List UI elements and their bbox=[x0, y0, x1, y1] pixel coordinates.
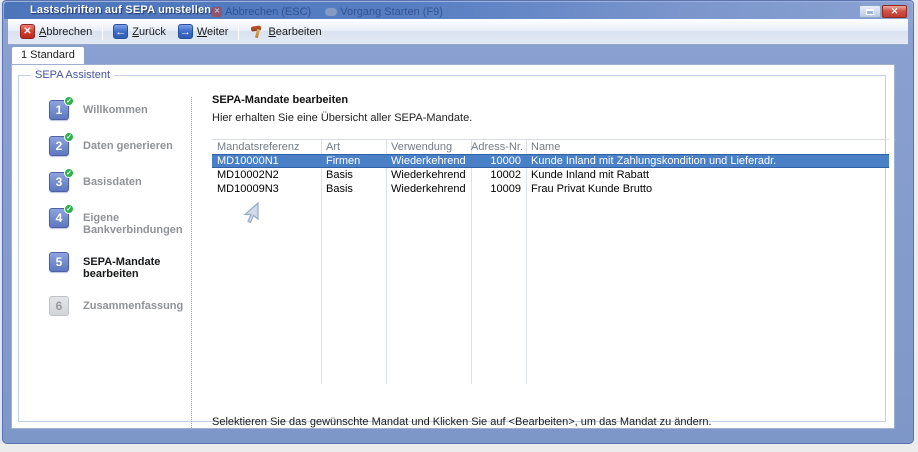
sepa-assistent-groupbox: SEPA Assistent 1✓Willkommen2✓Daten gener… bbox=[18, 75, 886, 422]
page-title: SEPA-Mandate bearbeiten bbox=[212, 94, 348, 106]
check-icon: ✓ bbox=[64, 168, 74, 178]
background-toolbar: ✕ Abbrechen (ESC) Vorgang Starten (F9) bbox=[212, 6, 443, 18]
column-header-mandatsreferenz[interactable]: Mandatsreferenz bbox=[212, 140, 321, 154]
step-label: Eigene Bankverbindungen bbox=[83, 208, 187, 236]
weiter-button[interactable]: → Weiter bbox=[172, 21, 235, 42]
background-cancel-button: ✕ Abbrechen (ESC) bbox=[212, 6, 311, 18]
table-cell: MD10000N1 bbox=[212, 154, 321, 168]
wizard-step-5[interactable]: 5 SEPA-Mandate bearbeiten bbox=[49, 252, 187, 280]
check-icon: ✓ bbox=[64, 96, 74, 106]
toolbar-separator bbox=[102, 24, 103, 40]
step-label: Willkommen bbox=[83, 100, 187, 116]
restore-icon bbox=[866, 9, 874, 15]
page-subtitle: Hier erhalten Sie eine Übersicht aller S… bbox=[212, 112, 472, 124]
step-number-badge: 1✓ bbox=[49, 100, 69, 120]
table-cell: Frau Privat Kunde Brutto bbox=[526, 182, 889, 196]
check-icon: ✓ bbox=[64, 204, 74, 214]
column-header-art[interactable]: Art bbox=[321, 140, 386, 154]
wizard-content: SEPA Assistent 1✓ Willkommen 2✓ Daten gener… bbox=[11, 64, 895, 429]
start-icon bbox=[325, 8, 337, 16]
forward-icon: → bbox=[178, 24, 193, 39]
sidebar-separator bbox=[191, 97, 192, 430]
check-icon: ✓ bbox=[64, 132, 74, 142]
mandate-table: MandatsreferenzArtVerwendungAdress-Nr.Na… bbox=[212, 139, 889, 384]
window-title: Lastschriften auf SEPA umstellen bbox=[30, 4, 211, 16]
column-header-verwendung[interactable]: Verwendung bbox=[386, 140, 471, 154]
tab-strip: 1 Standard bbox=[11, 46, 85, 64]
zurück-button[interactable]: ← Zurück bbox=[107, 21, 172, 42]
background-cancel-label: Abbrechen (ESC) bbox=[225, 6, 311, 18]
toolbar-button-label: Abbrechen bbox=[39, 26, 92, 38]
wizard-steps: 1✓ Willkommen 2✓ Daten generieren 3✓ Basisdat… bbox=[49, 100, 187, 316]
table-cell: MD10002N2 bbox=[212, 168, 321, 182]
column-header-name[interactable]: Name bbox=[526, 140, 889, 154]
back-icon: ← bbox=[113, 24, 128, 39]
step-number-badge: 6 bbox=[49, 296, 69, 316]
step-number-badge: 4✓ bbox=[49, 208, 69, 228]
cancel-icon: ✕ bbox=[20, 24, 35, 39]
background-start-button: Vorgang Starten (F9) bbox=[325, 6, 443, 18]
step-number-badge: 5 bbox=[49, 252, 69, 272]
table-cell: Basis bbox=[321, 168, 386, 182]
hint-text: Selektieren Sie das gewünschte Mandat un… bbox=[212, 416, 712, 428]
main-panel: SEPA-Mandate bearbeiten Hier erhalten Si… bbox=[204, 76, 881, 421]
cancel-icon: ✕ bbox=[212, 7, 222, 17]
restore-button[interactable] bbox=[859, 5, 881, 18]
background-start-label: Vorgang Starten (F9) bbox=[340, 6, 443, 18]
step-label: Daten generieren bbox=[83, 136, 187, 152]
table-row[interactable]: MD10009N3BasisWiederkehrend10009Frau Pri… bbox=[212, 182, 889, 196]
step-label: Basisdaten bbox=[83, 172, 187, 188]
table-cell: 10000 bbox=[471, 154, 526, 168]
toolbar-button-label: Zurück bbox=[132, 26, 166, 38]
wizard-step-3[interactable]: 3✓ Basisdaten bbox=[49, 172, 187, 192]
table-cell: 10009 bbox=[471, 182, 526, 196]
wizard-step-1[interactable]: 1✓ Willkommen bbox=[49, 100, 187, 120]
table-row[interactable]: MD10002N2BasisWiederkehrend10002Kunde In… bbox=[212, 168, 889, 182]
wizard-step-4[interactable]: 4✓ Eigene Bankverbindungen bbox=[49, 208, 187, 236]
toolbar-button-label: Bearbeiten bbox=[268, 26, 321, 38]
table-body: MD10000N1FirmenWiederkehrend10000Kunde I… bbox=[212, 154, 889, 196]
table-row[interactable]: MD10000N1FirmenWiederkehrend10000Kunde I… bbox=[212, 154, 889, 168]
table-cell: Wiederkehrend bbox=[386, 182, 471, 196]
table-header-row: MandatsreferenzArtVerwendungAdress-Nr.Na… bbox=[212, 140, 889, 154]
wizard-step-2[interactable]: 2✓ Daten generieren bbox=[49, 136, 187, 156]
toolbar-separator bbox=[238, 24, 239, 40]
close-icon: ✕ bbox=[891, 6, 899, 16]
close-button[interactable]: ✕ bbox=[882, 5, 907, 18]
title-bar: Lastschriften auf SEPA umstellen ✕ Abbre… bbox=[4, 2, 912, 19]
step-number-badge: 3✓ bbox=[49, 172, 69, 192]
bearbeiten-button[interactable]: Bearbeiten bbox=[243, 21, 327, 42]
column-header-adress-nr-[interactable]: Adress-Nr. bbox=[471, 140, 526, 154]
toolbar: ✕ Abbrechen ← Zurück → Weiter Bearbeiten bbox=[8, 19, 908, 45]
table-cell: Basis bbox=[321, 182, 386, 196]
toolbar-button-label: Weiter bbox=[197, 26, 229, 38]
table-cell: MD10009N3 bbox=[212, 182, 321, 196]
table-cell: Wiederkehrend bbox=[386, 154, 471, 168]
mouse-cursor-icon bbox=[239, 201, 263, 227]
table-cell: Wiederkehrend bbox=[386, 168, 471, 182]
table-cell: Kunde Inland mit Zahlungskondition und L… bbox=[526, 154, 889, 168]
step-label: Zusammenfassung bbox=[83, 296, 187, 312]
step-label: SEPA-Mandate bearbeiten bbox=[83, 252, 187, 280]
groupbox-label: SEPA Assistent bbox=[31, 69, 114, 81]
dialog-window: Lastschriften auf SEPA umstellen ✕ Abbre… bbox=[2, 0, 914, 444]
table-cell: Kunde Inland mit Rabatt bbox=[526, 168, 889, 182]
wizard-step-6[interactable]: 6 Zusammenfassung bbox=[49, 296, 187, 316]
edit-icon bbox=[249, 24, 264, 39]
table-cell: Firmen bbox=[321, 154, 386, 168]
table-cell: 10002 bbox=[471, 168, 526, 182]
abbrechen-button[interactable]: ✕ Abbrechen bbox=[14, 21, 98, 42]
tab-standard[interactable]: 1 Standard bbox=[11, 46, 85, 64]
step-number-badge: 2✓ bbox=[49, 136, 69, 156]
